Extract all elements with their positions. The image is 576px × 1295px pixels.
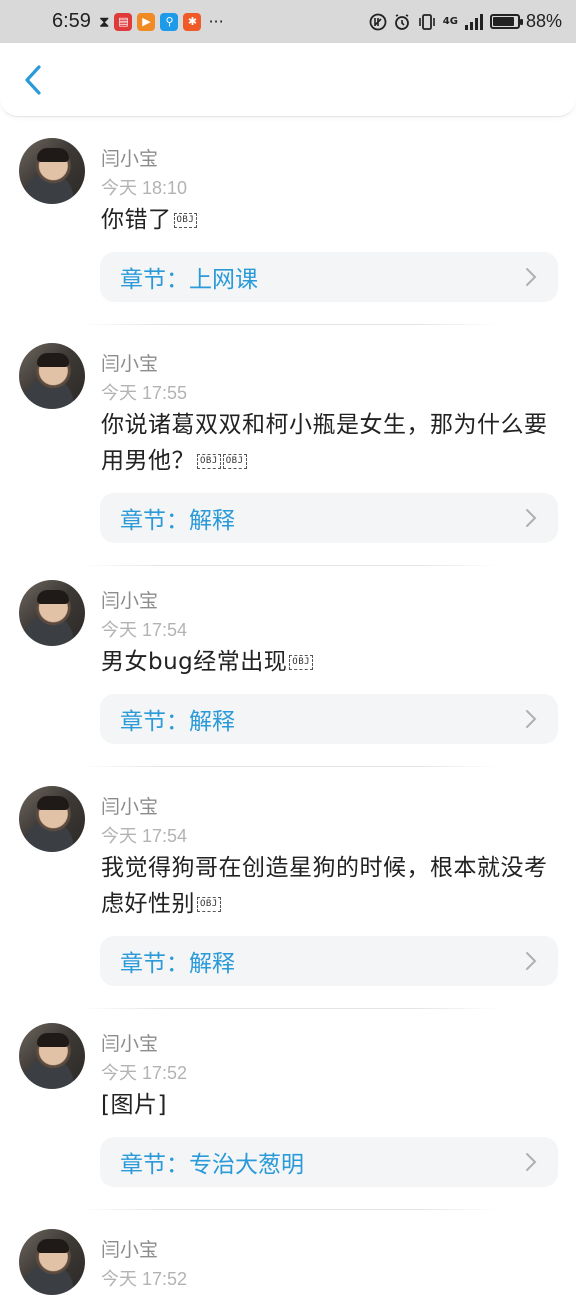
more-notifications-icon: ··· [208, 12, 224, 31]
comment-username[interactable]: 闫小宝 [101, 349, 158, 376]
avatar[interactable] [19, 1023, 85, 1089]
comment-message: 你错了 OBJ [101, 202, 556, 238]
comment-message: 你说诸葛双双和柯小瓶是女生，那为什么要用男他？ OBJ OBJ [101, 407, 556, 479]
nfc-icon [369, 13, 387, 30]
hourglass-icon: ⧗ [98, 12, 110, 31]
battery-icon [489, 14, 523, 29]
comment-divider [80, 565, 500, 566]
comment-username[interactable]: 闫小宝 [101, 1029, 158, 1056]
chapter-label: 章节：解释 [120, 951, 235, 977]
book-app-icon: ▤ [114, 12, 133, 31]
comment-time: 今天 17:55 [101, 383, 188, 403]
avatar[interactable] [19, 138, 85, 204]
avatar-hair [37, 1239, 69, 1253]
comment-time: 今天 17:52 [101, 1269, 188, 1289]
comment-message: 我觉得狗哥在创造星狗的时候，根本就没考虑好性别 OBJ [101, 850, 556, 922]
comment-text: 你说诸葛双双和柯小瓶是女生，那为什么要用男他？ [101, 412, 548, 474]
chevron-left-icon [25, 65, 41, 95]
avatar[interactable] [19, 343, 85, 409]
avatar-hair [37, 148, 69, 162]
comment-divider [80, 1209, 500, 1210]
game-app-icon: ✱ [183, 12, 202, 31]
avatar-hair [37, 590, 69, 604]
search-app-icon: ⚲ [160, 12, 179, 31]
chapter-label: 章节：上网课 [120, 267, 258, 293]
chapter-label: 章节：专治大葱明 [120, 1152, 304, 1178]
chapter-link[interactable]: 章节：解释 [100, 936, 558, 986]
comment-text: 男女bug经常出现 [101, 649, 288, 675]
object-placeholder-icon: OBJ [289, 655, 314, 670]
video-app-icon: ▶ [137, 12, 156, 31]
comment-time: 今天 17:52 [101, 1063, 188, 1083]
vibrate-icon [418, 13, 435, 30]
network-type: 4G [442, 16, 458, 27]
status-bar: 6:59 ⧗ ▤ ▶ ⚲ ✱ ··· 4G 88% [0, 0, 576, 43]
chapter-link[interactable]: 章节：上网课 [100, 252, 558, 302]
comment-username[interactable]: 闫小宝 [101, 144, 158, 171]
chevron-right-icon [526, 1153, 537, 1171]
chevron-right-icon [526, 268, 537, 286]
top-navigation-bar [0, 43, 576, 117]
object-placeholder-icon: OBJ [173, 213, 198, 228]
avatar-hair [37, 353, 69, 367]
signal-icon [464, 13, 483, 30]
battery-percent: 88% [525, 11, 562, 31]
comment-text: 你错了 [101, 207, 172, 233]
chevron-right-icon [526, 952, 537, 970]
chapter-label: 章节：解释 [120, 709, 235, 735]
comment-username[interactable]: 闫小宝 [101, 586, 158, 613]
comment-username[interactable]: 闫小宝 [101, 792, 158, 819]
back-button[interactable] [18, 63, 48, 97]
chevron-right-icon [526, 509, 537, 527]
avatar-hair [37, 796, 69, 810]
object-placeholder-icon: OBJ [197, 897, 221, 912]
comment-text: 我觉得狗哥在创造星狗的时候，根本就没考虑好性别 [101, 855, 548, 917]
comment-divider [80, 766, 500, 767]
avatar[interactable] [19, 1229, 85, 1295]
comment-time: 今天 18:10 [101, 178, 188, 198]
comment-message: 男女bug经常出现 OBJ [101, 644, 556, 680]
comment-text: [图片] [101, 1092, 167, 1118]
object-placeholder-icon: OBJ [197, 454, 221, 469]
chevron-right-icon [526, 710, 537, 728]
avatar[interactable] [19, 786, 85, 852]
battery-tip [519, 19, 523, 25]
chapter-link[interactable]: 章节：解释 [100, 694, 558, 744]
comment-username[interactable]: 闫小宝 [101, 1235, 158, 1262]
alarm-icon [394, 13, 409, 30]
system-status: 4G 88% [369, 11, 562, 32]
comment-divider [80, 1008, 500, 1009]
chapter-link[interactable]: 章节：解释 [100, 493, 558, 543]
notification-icons: ⧗ ▤ ▶ ⚲ ✱ ··· [99, 12, 224, 31]
comment-divider [80, 324, 500, 325]
status-time: 6:59 [52, 10, 91, 32]
comment-time: 今天 17:54 [101, 826, 188, 846]
comment-message: [图片] [101, 1087, 556, 1123]
comment-time: 今天 17:54 [101, 620, 188, 640]
object-placeholder-icon: OBJ [222, 454, 247, 469]
chapter-label: 章节：解释 [120, 508, 235, 534]
battery-level [492, 17, 515, 26]
avatar-hair [37, 1033, 69, 1047]
avatar[interactable] [19, 580, 85, 646]
chapter-link[interactable]: 章节：专治大葱明 [100, 1137, 558, 1187]
